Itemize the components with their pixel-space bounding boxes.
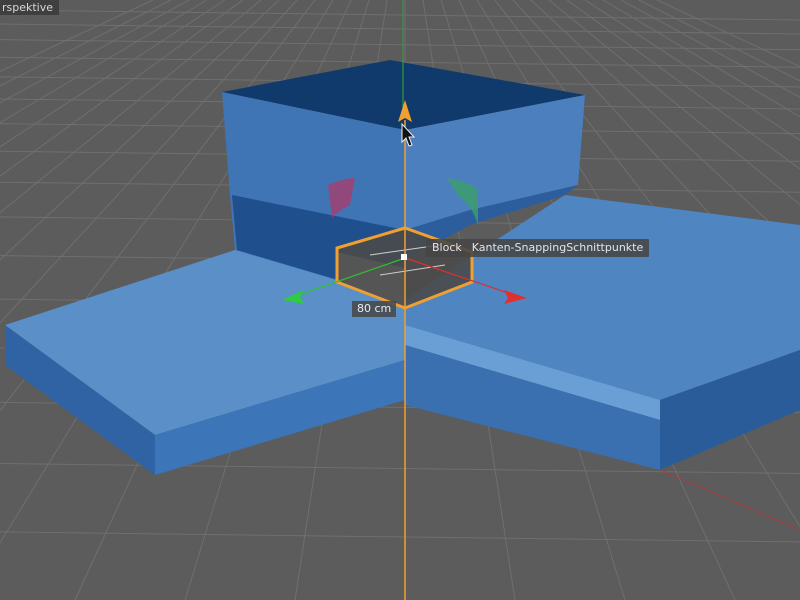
snap-tooltip: Block Kanten-SnappingSchnittpunkte <box>426 239 650 257</box>
grid-line <box>0 531 800 543</box>
grid-line <box>0 39 800 51</box>
snap-target-label: Schnittpunkte <box>566 241 644 254</box>
snap-mode-label: Kanten-Snapping <box>471 241 567 254</box>
snap-object-name: Block <box>432 241 462 254</box>
viewport-view-name[interactable]: rspektive <box>0 0 60 15</box>
viewport-canvas[interactable] <box>0 0 800 600</box>
gizmo-center-point[interactable] <box>401 254 407 260</box>
dimension-label: 80 cm <box>352 301 397 317</box>
3d-viewport[interactable]: rspektive Block Kanten-SnappingSchnittpun… <box>0 0 800 600</box>
grid-line <box>0 23 800 35</box>
grid-line <box>0 462 800 474</box>
